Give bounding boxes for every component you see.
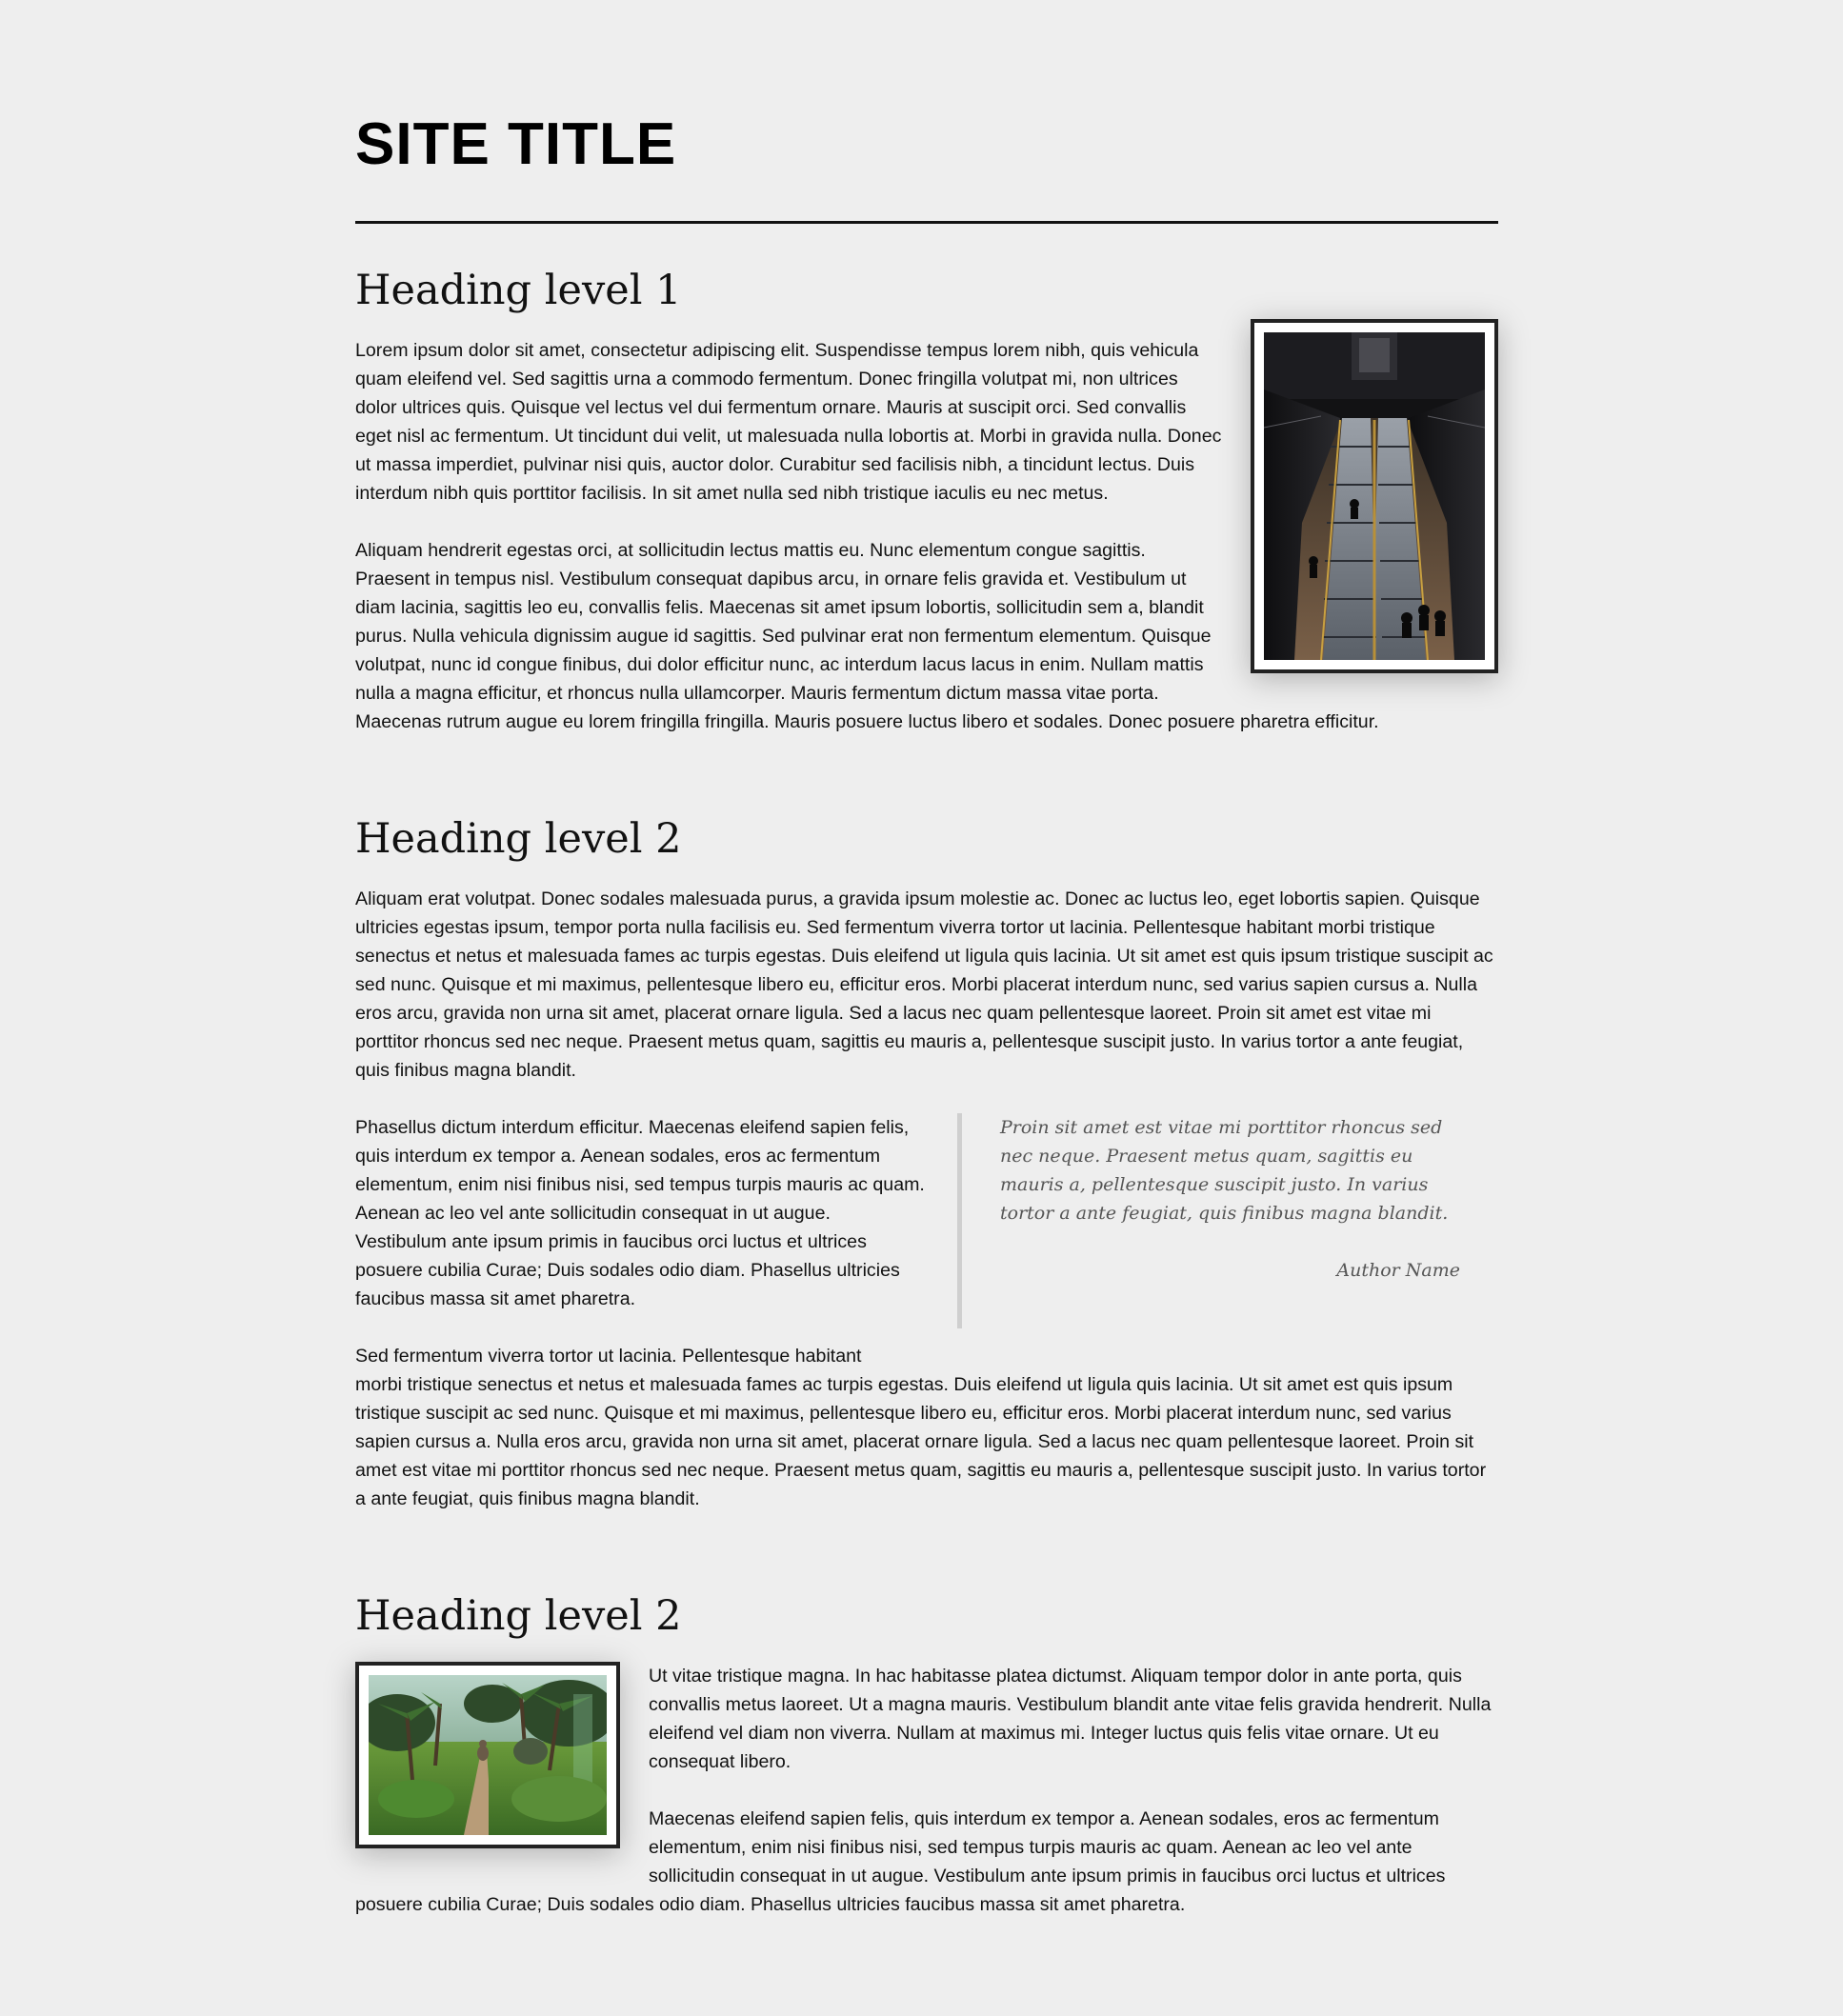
column-paragraph: Phasellus dictum interdum efficitur. Mae… — [355, 1117, 925, 1309]
quote-text: Proin sit amet est vitae mi porttitor rh… — [1000, 1117, 1449, 1224]
quote-author: Author Name — [1336, 1260, 1460, 1281]
site-title: SITE TITLE — [355, 111, 677, 177]
heading-level-1: Heading level 1 — [355, 267, 682, 314]
heading-level-2: Heading level 2 — [355, 815, 682, 863]
heading-level-2-second: Heading level 2 — [355, 1592, 682, 1640]
column-left: Phasellus dictum interdum efficitur. Mae… — [355, 1113, 962, 1328]
outro-rest: morbi tristique senectus et netus et mal… — [355, 1374, 1487, 1509]
two-column-block: Phasellus dictum interdum efficitur. Mae… — [355, 1113, 1498, 1328]
jungle-image-frame — [355, 1662, 620, 1848]
pull-quote: Proin sit amet est vitae mi porttitor rh… — [962, 1113, 1498, 1328]
title-divider — [355, 221, 1498, 224]
escalator-image-frame — [1251, 319, 1498, 673]
page: SITE TITLE Heading level 1 Lorem ipsum d… — [355, 0, 1498, 1947]
escalator-image — [1263, 332, 1486, 661]
section2-outro: Sed fermentum viverra tortor ut lacinia.… — [355, 1342, 1498, 1513]
section-1: Heading level 1 Lorem ipsum dolor sit am… — [355, 262, 1498, 765]
section-2: Heading level 2 Aliquam erat volutpat. D… — [355, 810, 1498, 1513]
jungle-image — [359, 1675, 616, 1835]
section2-intro: Aliquam erat volutpat. Donec sodales mal… — [355, 888, 1493, 1081]
section-3: Heading level 2 Ut vitae tristique magna… — [355, 1587, 1498, 1947]
outro-first-line: Sed fermentum viverra tortor ut lacinia.… — [355, 1346, 862, 1367]
